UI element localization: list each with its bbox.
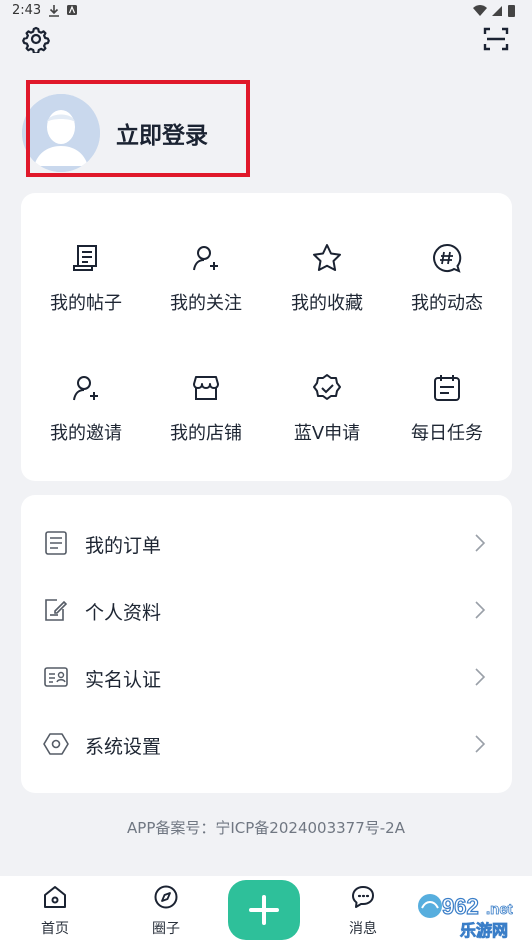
download-icon [48, 4, 60, 21]
grid-item-label: 我的动态 [411, 293, 483, 314]
wifi-signal-battery-icon [473, 5, 515, 17]
verified-badge-icon [267, 369, 387, 407]
grid-item-verification[interactable]: 蓝V申请 [267, 369, 387, 459]
grid-item-label: 蓝V申请 [293, 423, 361, 444]
grid-item-daily-tasks[interactable]: 每日任务 [387, 369, 507, 459]
status-right [472, 4, 518, 22]
watermark-suffix: .net [486, 901, 513, 918]
hashtag-icon [387, 239, 507, 277]
grid-item-label: 我的关注 [170, 293, 242, 314]
grid-item-label: 每日任务 [411, 423, 483, 444]
status-time: 2:43 [12, 3, 42, 18]
tab-circle[interactable]: 圈子 [136, 884, 196, 938]
menu-row-label: 实名认证 [85, 669, 162, 691]
grid-item-activity[interactable]: 我的动态 [387, 239, 507, 329]
menu-row-profile[interactable]: 个人资料 [21, 577, 512, 644]
menu-row-label: 我的订单 [85, 535, 162, 557]
chevron-right-icon [472, 666, 488, 688]
id-card-icon [43, 664, 69, 690]
create-post-button[interactable] [228, 880, 300, 940]
plus-icon [249, 895, 279, 925]
chevron-right-icon [472, 532, 488, 554]
grid-item-favorites[interactable]: 我的收藏 [267, 239, 387, 329]
status-bar: 2:43 [0, 0, 532, 22]
menu-row-settings[interactable]: 系统设置 [21, 711, 512, 778]
grid-item-posts[interactable]: 我的帖子 [26, 239, 146, 329]
order-icon [43, 530, 69, 556]
grid-item-label: 我的邀请 [50, 423, 122, 444]
watermark-text: 乐游网 [460, 921, 508, 940]
settings-button[interactable] [22, 25, 54, 57]
tab-home-label: 首页 [41, 921, 69, 937]
menu-list-card: 我的订单 个人资料 实名认证 系统设置 [21, 495, 512, 793]
gear-icon [22, 26, 50, 55]
icp-filing-text: APP备案号：宁ICP备2024003377号-2A [127, 819, 405, 837]
grid-item-follows[interactable]: 我的关注 [146, 239, 266, 329]
chevron-right-icon [472, 733, 488, 755]
post-icon [26, 239, 146, 277]
edit-document-icon [43, 597, 69, 623]
menu-row-label: 个人资料 [85, 602, 162, 624]
scan-icon [483, 27, 509, 51]
user-add-icon [146, 239, 266, 277]
grid-item-label: 我的帖子 [50, 293, 122, 314]
grid-item-label: 我的店铺 [170, 423, 242, 444]
home-icon [44, 886, 66, 908]
scan-button[interactable] [482, 25, 514, 57]
menu-row-real-name[interactable]: 实名认证 [21, 644, 512, 711]
compass-icon [154, 885, 178, 909]
menu-row-orders[interactable]: 我的订单 [21, 510, 512, 577]
tab-messages[interactable]: 消息 [333, 884, 393, 938]
tab-circle-label: 圈子 [152, 921, 180, 937]
user-add-icon [26, 369, 146, 407]
notification-icon [66, 4, 78, 20]
site-watermark: 962 .net 乐游网 [416, 888, 528, 943]
store-icon [146, 369, 266, 407]
hexagon-settings-icon [43, 731, 69, 757]
watermark-number: 962 [442, 894, 479, 919]
tab-messages-label: 消息 [349, 921, 377, 937]
menu-row-label: 系统设置 [85, 736, 162, 758]
quick-actions-card: 我的帖子 我的关注 我的收藏 我的动态 我的邀请 我的店铺 蓝V申请 每日任务 [21, 193, 512, 481]
calendar-icon [387, 369, 507, 407]
chevron-right-icon [472, 599, 488, 621]
annotation-highlight-box [26, 80, 250, 177]
star-icon [267, 239, 387, 277]
tab-home[interactable]: 首页 [25, 884, 85, 938]
grid-item-label: 我的收藏 [291, 293, 363, 314]
grid-item-store[interactable]: 我的店铺 [146, 369, 266, 459]
chat-bubble-icon [352, 886, 374, 908]
grid-item-invites[interactable]: 我的邀请 [26, 369, 146, 459]
